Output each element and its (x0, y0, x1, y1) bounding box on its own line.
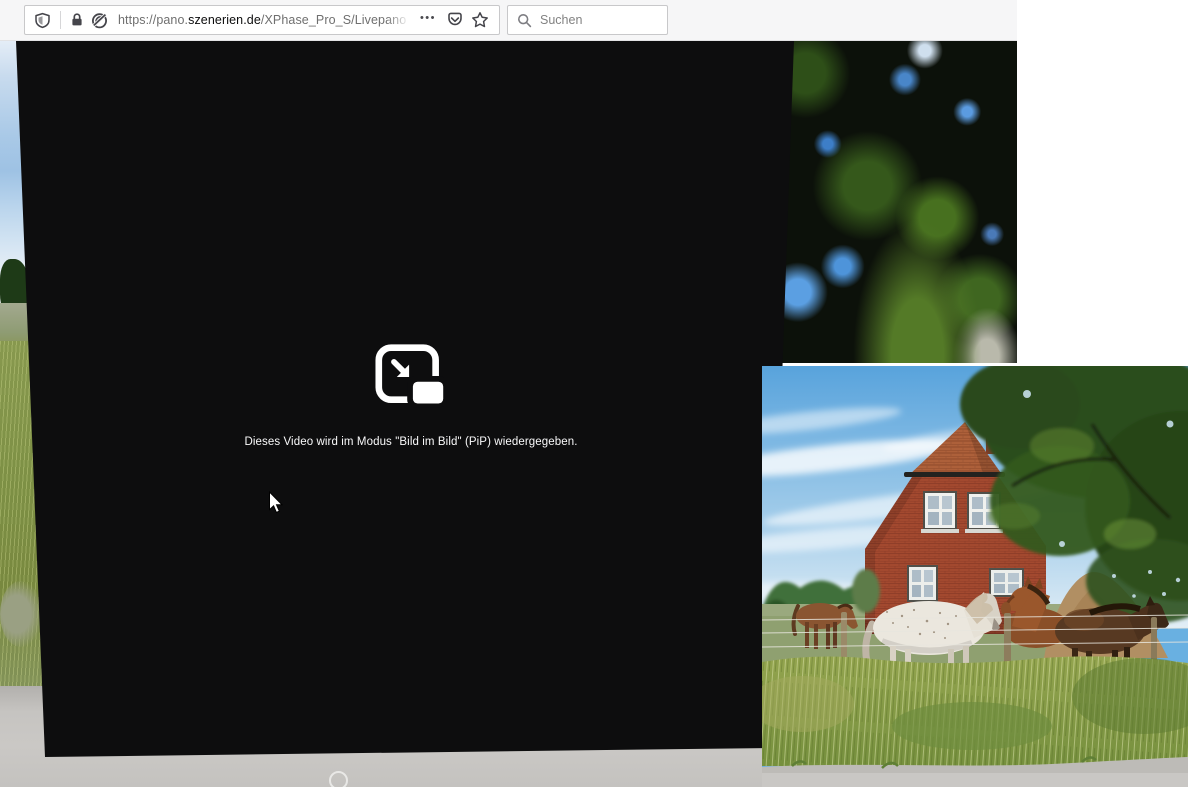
picture-in-picture-icon (375, 343, 447, 411)
panorama-grass-tuft (0, 581, 42, 647)
address-bar[interactable]: https://pano.szenerien.de/XPhase_Pro_S/L… (24, 5, 500, 35)
panorama-control-ring[interactable] (329, 771, 348, 787)
secure-connection-lock-icon[interactable] (69, 12, 85, 28)
pip-floating-window[interactable] (762, 366, 1188, 787)
tracking-protection-shield-icon[interactable] (34, 12, 51, 29)
pip-message-block: Dieses Video wird im Modus "Bild im Bild… (111, 343, 711, 448)
search-icon (517, 13, 532, 28)
search-box[interactable] (507, 5, 668, 35)
bookmark-star-icon[interactable] (471, 11, 489, 29)
mouse-cursor (268, 491, 284, 515)
url-prefix: https://pano. (118, 13, 188, 27)
pip-video-frame-house-with-horses (762, 366, 1188, 787)
urlbar-separator (60, 11, 61, 29)
search-input[interactable] (540, 13, 650, 27)
url-text[interactable]: https://pano.szenerien.de/XPhase_Pro_S/L… (118, 13, 416, 27)
pocket-icon[interactable] (446, 11, 464, 29)
page-actions-dots-icon[interactable]: ••• (420, 12, 436, 24)
browser-toolbar: https://pano.szenerien.de/XPhase_Pro_S/L… (0, 0, 1017, 41)
url-fade-overlay (386, 13, 416, 27)
url-path: /XPhase_Pro_S/Livepano (261, 13, 406, 27)
pip-message-text: Dieses Video wird im Modus "Bild im Bild… (111, 436, 711, 448)
autoplay-blocked-icon[interactable] (90, 11, 109, 30)
url-domain: szenerien.de (188, 13, 261, 27)
panorama-foliage-top-right (768, 41, 1017, 363)
